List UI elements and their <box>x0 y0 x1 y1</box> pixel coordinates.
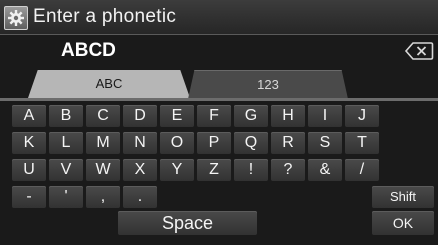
key[interactable]: . <box>123 186 157 208</box>
key[interactable]: ! <box>234 159 268 181</box>
key[interactable]: R <box>271 132 305 154</box>
key[interactable]: K <box>12 132 46 154</box>
tab-123[interactable]: 123 <box>188 70 348 99</box>
backspace-icon[interactable] <box>404 41 434 61</box>
keyboard-tabs: ABC 123 <box>0 70 438 102</box>
key[interactable]: M <box>86 132 120 154</box>
key[interactable]: N <box>123 132 157 154</box>
key[interactable]: ? <box>271 159 305 181</box>
phonetic-entry-screen: Enter a phonetic ABCD ABC 123 ABCDEFGHIJ… <box>0 0 438 245</box>
key[interactable]: V <box>49 159 83 181</box>
key[interactable]: B <box>49 105 83 127</box>
key[interactable]: H <box>271 105 305 127</box>
key[interactable]: O <box>160 132 194 154</box>
tab-abc[interactable]: ABC <box>28 70 190 98</box>
key[interactable]: X <box>123 159 157 181</box>
key[interactable]: , <box>86 186 120 208</box>
key[interactable]: F <box>197 105 231 127</box>
key[interactable]: D <box>123 105 157 127</box>
title-bar: Enter a phonetic <box>0 0 438 35</box>
key[interactable]: - <box>12 186 46 208</box>
key[interactable]: P <box>197 132 231 154</box>
key[interactable]: A <box>12 105 46 127</box>
key[interactable]: J <box>345 105 379 127</box>
entry-field-text: ABCD <box>61 40 116 61</box>
key[interactable]: ' <box>49 186 83 208</box>
key[interactable]: I <box>308 105 342 127</box>
settings-icon <box>4 6 28 30</box>
key[interactable]: E <box>160 105 194 127</box>
key[interactable]: C <box>86 105 120 127</box>
key[interactable]: U <box>12 159 46 181</box>
tab-divider <box>0 98 438 101</box>
page-title: Enter a phonetic <box>33 6 177 27</box>
key[interactable]: S <box>308 132 342 154</box>
shift-key[interactable]: Shift <box>372 186 434 208</box>
space-key[interactable]: Space <box>118 211 257 235</box>
key[interactable]: & <box>308 159 342 181</box>
key[interactable]: Z <box>197 159 231 181</box>
key[interactable]: T <box>345 132 379 154</box>
key[interactable]: G <box>234 105 268 127</box>
ok-button[interactable]: OK <box>372 211 434 235</box>
key[interactable]: Q <box>234 132 268 154</box>
key[interactable]: / <box>345 159 379 181</box>
key[interactable]: Y <box>160 159 194 181</box>
key[interactable]: L <box>49 132 83 154</box>
key[interactable]: W <box>86 159 120 181</box>
